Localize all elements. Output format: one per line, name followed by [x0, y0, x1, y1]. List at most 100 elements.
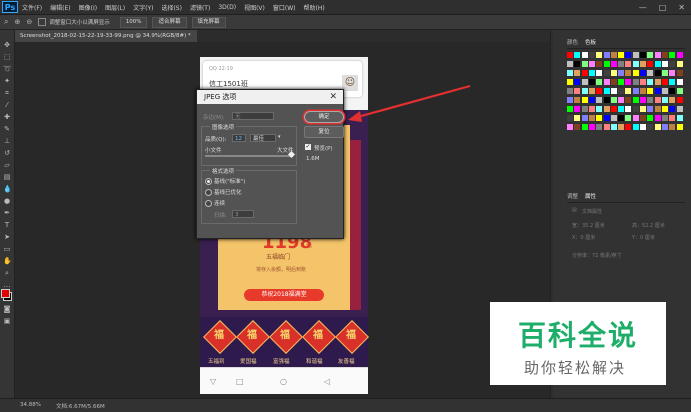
- color-swatch[interactable]: [581, 52, 588, 58]
- color-swatch[interactable]: [669, 61, 676, 67]
- color-swatch[interactable]: [632, 52, 639, 58]
- color-swatch[interactable]: [581, 115, 588, 121]
- stamp-tool-icon[interactable]: ⊥: [3, 138, 11, 145]
- color-swatch[interactable]: [574, 70, 581, 76]
- color-swatch[interactable]: [603, 52, 610, 58]
- color-swatch[interactable]: [669, 115, 676, 121]
- color-swatch[interactable]: [632, 88, 639, 94]
- color-swatch[interactable]: [654, 79, 661, 85]
- color-swatch[interactable]: [567, 70, 573, 76]
- hand-tool-icon[interactable]: ✋: [3, 258, 12, 265]
- color-swatch[interactable]: [618, 61, 625, 67]
- color-swatch[interactable]: [632, 97, 639, 103]
- color-swatch[interactable]: [632, 79, 639, 85]
- tab-swatches[interactable]: 色板: [585, 38, 596, 46]
- color-swatch[interactable]: [669, 124, 676, 130]
- screen-mode-icon[interactable]: ▣: [3, 318, 11, 325]
- maximize-button[interactable]: □: [659, 3, 667, 12]
- color-swatch[interactable]: [640, 79, 646, 85]
- eyedropper-tool-icon[interactable]: ⁄: [3, 102, 11, 109]
- color-swatch[interactable]: [661, 79, 668, 85]
- color-swatch[interactable]: [640, 61, 646, 67]
- color-swatch[interactable]: [603, 97, 610, 103]
- quality-preset-select[interactable]: 最佳: [250, 134, 276, 142]
- color-swatch[interactable]: [588, 61, 595, 67]
- pen-tool-icon[interactable]: ✒: [3, 210, 11, 217]
- color-swatch[interactable]: [661, 70, 668, 76]
- color-swatch[interactable]: [661, 61, 668, 67]
- color-swatch[interactable]: [625, 97, 632, 103]
- color-swatch[interactable]: [647, 106, 654, 112]
- color-swatch[interactable]: [676, 61, 683, 67]
- brush-tool-icon[interactable]: ✎: [3, 126, 11, 133]
- color-swatch[interactable]: [610, 97, 617, 103]
- color-swatch[interactable]: [676, 97, 683, 103]
- color-swatch[interactable]: [581, 61, 588, 67]
- color-swatch[interactable]: [625, 88, 632, 94]
- color-swatch[interactable]: [603, 70, 610, 76]
- ok-button[interactable]: 确定: [304, 111, 344, 123]
- color-swatch[interactable]: [610, 88, 617, 94]
- resize-window-checkbox[interactable]: [38, 18, 47, 26]
- color-swatch[interactable]: [654, 124, 661, 130]
- color-swatch[interactable]: [654, 70, 661, 76]
- marquee-tool-icon[interactable]: ⬚: [3, 54, 11, 61]
- color-swatch[interactable]: [610, 79, 617, 85]
- color-swatch[interactable]: [618, 88, 625, 94]
- color-swatch[interactable]: [654, 106, 661, 112]
- close-window-button[interactable]: ✕: [678, 3, 685, 12]
- zoom-100-button[interactable]: 100%: [119, 16, 148, 28]
- color-swatch[interactable]: [669, 97, 676, 103]
- color-swatch[interactable]: [581, 70, 588, 76]
- color-swatch[interactable]: [676, 79, 683, 85]
- color-swatch[interactable]: [632, 70, 639, 76]
- tab-properties[interactable]: 属性: [585, 192, 596, 200]
- color-swatch[interactable]: [588, 88, 595, 94]
- color-swatch[interactable]: [669, 70, 676, 76]
- color-swatch[interactable]: [603, 79, 610, 85]
- quality-slider[interactable]: [205, 150, 296, 159]
- color-swatch[interactable]: [588, 70, 595, 76]
- color-swatch[interactable]: [640, 124, 646, 130]
- color-swatch[interactable]: [647, 115, 654, 121]
- color-swatch[interactable]: [647, 52, 654, 58]
- color-swatch[interactable]: [618, 70, 625, 76]
- color-swatch[interactable]: [610, 61, 617, 67]
- color-swatch[interactable]: [567, 115, 573, 121]
- color-swatch[interactable]: [640, 52, 646, 58]
- color-swatch[interactable]: [640, 88, 646, 94]
- color-swatch[interactable]: [632, 106, 639, 112]
- color-swatch[interactable]: [632, 124, 639, 130]
- color-swatch[interactable]: [647, 88, 654, 94]
- color-swatch[interactable]: [669, 52, 676, 58]
- color-swatch[interactable]: [661, 115, 668, 121]
- color-swatch[interactable]: [596, 106, 603, 112]
- dodge-tool-icon[interactable]: ●: [3, 198, 11, 205]
- color-swatch[interactable]: [618, 124, 625, 130]
- tab-adjustments[interactable]: 调整: [567, 192, 578, 200]
- color-swatch[interactable]: [647, 61, 654, 67]
- color-swatch[interactable]: [625, 124, 632, 130]
- type-tool-icon[interactable]: T: [3, 222, 11, 229]
- color-swatch[interactable]: [574, 52, 581, 58]
- tab-color[interactable]: 颜色: [567, 38, 578, 46]
- color-swatch[interactable]: [610, 106, 617, 112]
- menu-file[interactable]: 文件(F): [22, 3, 42, 12]
- status-zoom[interactable]: 34.88%: [20, 402, 41, 408]
- color-swatch[interactable]: [618, 79, 625, 85]
- color-swatch[interactable]: [567, 124, 573, 130]
- quick-mask-icon[interactable]: ◙: [3, 306, 11, 313]
- menu-edit[interactable]: 编辑(E): [50, 3, 70, 12]
- lasso-tool-icon[interactable]: ➰: [3, 66, 12, 73]
- preview-checkbox[interactable]: ✓: [305, 144, 311, 150]
- menu-window[interactable]: 窗口(W): [273, 3, 296, 12]
- blur-tool-icon[interactable]: 💧: [3, 186, 12, 193]
- color-swatch[interactable]: [625, 106, 632, 112]
- move-tool-icon[interactable]: ✥: [3, 42, 11, 49]
- radio-baseline-optimized[interactable]: [205, 189, 212, 196]
- color-swatch[interactable]: [567, 97, 573, 103]
- color-swatch[interactable]: [654, 88, 661, 94]
- color-swatch[interactable]: [596, 88, 603, 94]
- color-swatch[interactable]: [574, 88, 581, 94]
- color-swatch[interactable]: [618, 115, 625, 121]
